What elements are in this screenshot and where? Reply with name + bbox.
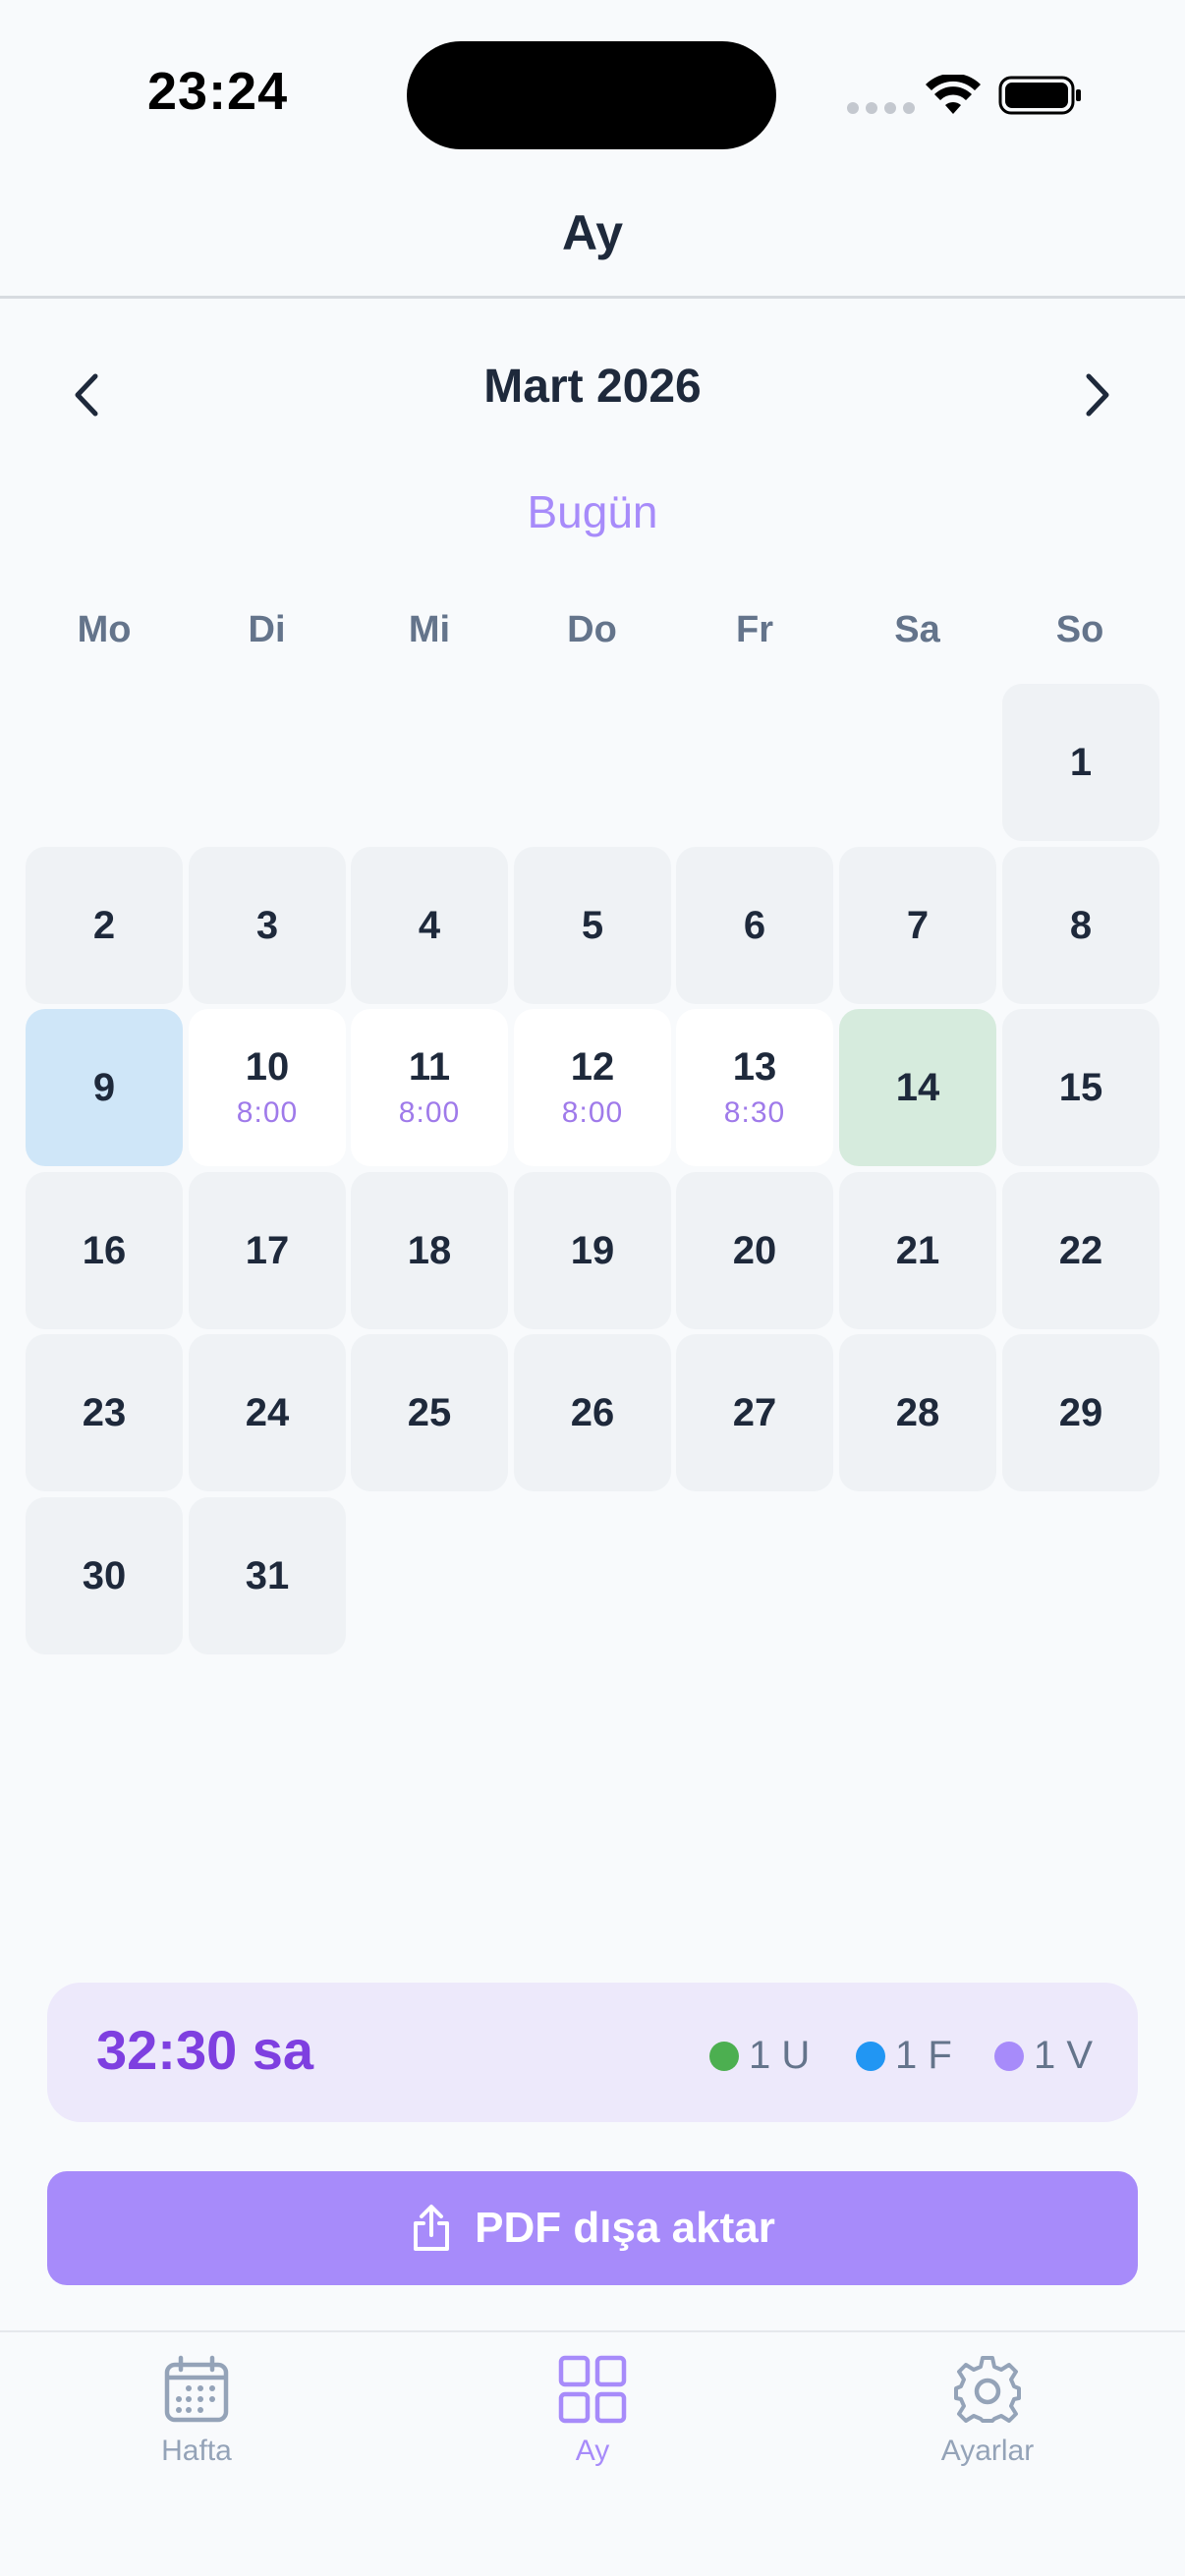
- day-number: 4: [418, 904, 441, 947]
- day-number: 9: [92, 1066, 116, 1109]
- tab-month[interactable]: Ay: [484, 2354, 701, 2472]
- calendar-day-21[interactable]: 21: [839, 1172, 996, 1329]
- tab-settings-label: Ayarlar: [940, 2435, 1035, 2467]
- tab-week-label: Hafta: [161, 2435, 232, 2467]
- legend-item: 1 F: [856, 2034, 952, 2078]
- day-number: 11: [408, 1045, 451, 1089]
- day-number: 24: [245, 1391, 290, 1434]
- day-number: 12: [570, 1045, 615, 1089]
- calendar-day-16[interactable]: 16: [26, 1172, 183, 1329]
- day-number: 2: [92, 904, 116, 947]
- day-number: 16: [82, 1229, 127, 1272]
- legend-label: 1 U: [749, 2034, 811, 2077]
- calendar-day-7[interactable]: 7: [839, 847, 996, 1004]
- day-number: 13: [732, 1045, 777, 1089]
- calendar-day-28[interactable]: 28: [839, 1334, 996, 1491]
- calendar-day-8[interactable]: 8: [1002, 847, 1159, 1004]
- calendar-day-29[interactable]: 29: [1002, 1334, 1159, 1491]
- legend-label: 1 V: [1034, 2034, 1094, 2077]
- calendar-day-26[interactable]: 26: [514, 1334, 671, 1491]
- calendar-day-20[interactable]: 20: [676, 1172, 833, 1329]
- day-number: 3: [255, 904, 279, 947]
- calendar-day-2[interactable]: 2: [26, 847, 183, 1004]
- legend-label: 1 F: [895, 2034, 952, 2077]
- day-number: 23: [82, 1391, 127, 1434]
- day-start-time: 8:00: [236, 1096, 299, 1129]
- calendar-day-30[interactable]: 30: [26, 1497, 183, 1654]
- calendar-day-11[interactable]: 11 8:00: [351, 1009, 508, 1166]
- calendar-day-25[interactable]: 25: [351, 1334, 508, 1491]
- day-number: 22: [1058, 1229, 1103, 1272]
- calendar-day-6[interactable]: 6: [676, 847, 833, 1004]
- day-number: 7: [906, 904, 930, 947]
- calendar-day-31[interactable]: 31: [189, 1497, 346, 1654]
- day-number: 14: [895, 1066, 940, 1109]
- calendar-day-9[interactable]: 9: [26, 1009, 183, 1166]
- day-number: 20: [732, 1229, 777, 1272]
- day-number: 18: [407, 1229, 452, 1272]
- calendar-day-10[interactable]: 10 8:00: [189, 1009, 346, 1166]
- day-number: 25: [407, 1391, 452, 1434]
- calendar-icon: [164, 2355, 229, 2423]
- day-number: 8: [1069, 904, 1093, 947]
- legend-dot-icon: [709, 2041, 739, 2071]
- day-number: 19: [570, 1229, 615, 1272]
- day-number: 27: [732, 1391, 777, 1434]
- day-number: 29: [1058, 1391, 1103, 1434]
- calendar-day-23[interactable]: 23: [26, 1334, 183, 1491]
- total-hours: 32:30 sa: [96, 2019, 314, 2081]
- grid-icon: [558, 2355, 627, 2424]
- legend-item: 1 U: [709, 2034, 810, 2078]
- calendar-day-5[interactable]: 5: [514, 847, 671, 1004]
- day-start-time: 8:30: [723, 1096, 786, 1129]
- legend-dot-icon: [994, 2041, 1024, 2071]
- calendar-day-14[interactable]: 14: [839, 1009, 996, 1166]
- calendar-day-17[interactable]: 17: [189, 1172, 346, 1329]
- calendar-day-24[interactable]: 24: [189, 1334, 346, 1491]
- day-number: 17: [245, 1229, 290, 1272]
- tab-month-label: Ay: [575, 2435, 610, 2467]
- day-number: 26: [570, 1391, 615, 1434]
- day-number: 6: [743, 904, 766, 947]
- export-pdf-label: PDF dışa aktar: [475, 2204, 775, 2252]
- day-start-time: 8:00: [561, 1096, 624, 1129]
- gear-icon: [954, 2356, 1021, 2423]
- calendar-day-18[interactable]: 18: [351, 1172, 508, 1329]
- legend-dot-icon: [856, 2041, 885, 2071]
- calendar-day-12[interactable]: 12 8:00: [514, 1009, 671, 1166]
- day-number: 1: [1069, 741, 1093, 784]
- day-start-time: 8:00: [398, 1096, 461, 1129]
- day-number: 15: [1058, 1066, 1103, 1109]
- calendar-day-13[interactable]: 13 8:30: [676, 1009, 833, 1166]
- tab-week[interactable]: Hafta: [88, 2354, 305, 2472]
- legend-item: 1 V: [994, 2034, 1093, 2078]
- tab-settings[interactable]: Ayarlar: [879, 2354, 1096, 2472]
- export-pdf-button[interactable]: PDF dışa aktar: [47, 2171, 1138, 2285]
- day-number: 21: [895, 1229, 940, 1272]
- calendar-day-3[interactable]: 3: [189, 847, 346, 1004]
- calendar-day-1[interactable]: 1: [1002, 684, 1159, 841]
- day-number: 5: [581, 904, 604, 947]
- calendar-day-27[interactable]: 27: [676, 1334, 833, 1491]
- calendar-day-15[interactable]: 15: [1002, 1009, 1159, 1166]
- calendar-day-22[interactable]: 22: [1002, 1172, 1159, 1329]
- calendar-day-19[interactable]: 19: [514, 1172, 671, 1329]
- calendar-grid: 1 2 3 4 5 6 7 8 9 10 8:00 11 8:00 12 8:00 13 8:30 14 15 16 1…: [0, 0, 1185, 1670]
- day-number: 28: [895, 1391, 940, 1434]
- calendar-day-4[interactable]: 4: [351, 847, 508, 1004]
- share-icon: [414, 2205, 450, 2251]
- tab-bar-divider: [0, 2330, 1185, 2332]
- day-number: 10: [245, 1045, 290, 1089]
- summary-card: 32:30 sa 1 U 1 F 1 V: [47, 1983, 1138, 2122]
- day-number: 30: [82, 1554, 127, 1597]
- day-number: 31: [245, 1554, 290, 1597]
